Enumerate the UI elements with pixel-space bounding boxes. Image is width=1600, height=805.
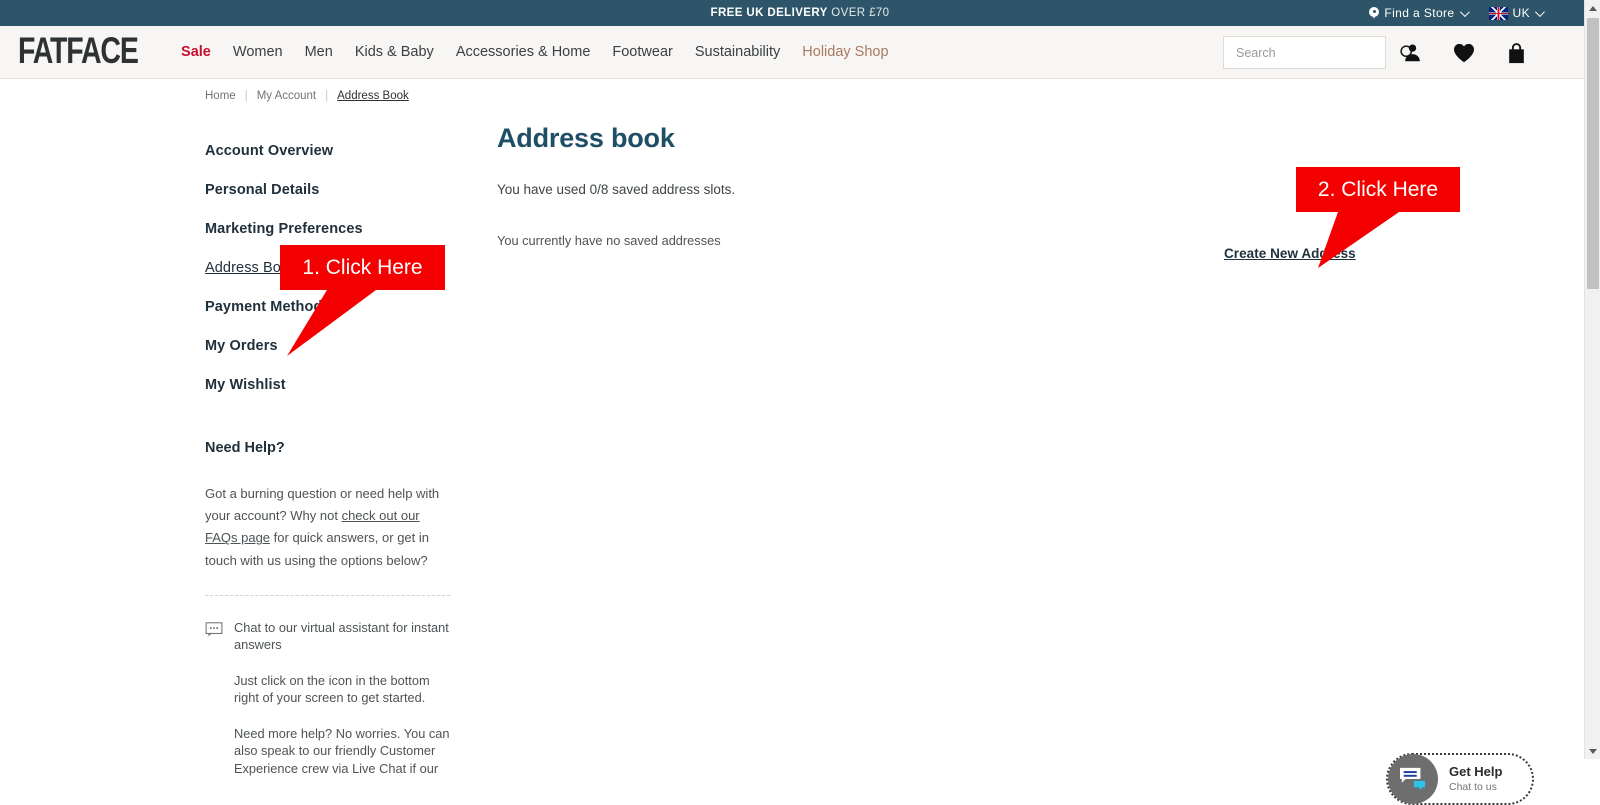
get-help-icon-circle bbox=[1388, 754, 1438, 804]
page-body: Home | My Account | Address Book Account… bbox=[0, 79, 1560, 805]
chat-paragraph: Just click on the icon in the bottom rig… bbox=[234, 672, 430, 706]
need-help-heading: Need Help? bbox=[205, 440, 285, 456]
nav-item-sustainability[interactable]: Sustainability bbox=[684, 44, 791, 60]
triangle-up-icon bbox=[1589, 5, 1597, 11]
chat-paragraph: Chat to our virtual assistant for instan… bbox=[234, 619, 449, 653]
sidebar-item-marketing-preferences[interactable]: Marketing Preferences bbox=[205, 209, 449, 248]
country-selector[interactable]: UK bbox=[1488, 6, 1545, 20]
breadcrumb-item-my-account[interactable]: My Account bbox=[257, 90, 316, 102]
map-pin-icon bbox=[1369, 6, 1380, 20]
callout-1: 1. Click Here bbox=[280, 245, 445, 360]
find-a-store-button[interactable]: Find a Store bbox=[1369, 6, 1470, 20]
breadcrumb-item-home[interactable]: Home bbox=[205, 90, 236, 102]
heart-icon bbox=[1454, 43, 1474, 62]
page-title: Address book bbox=[497, 123, 675, 153]
callout-1-tail bbox=[287, 290, 376, 356]
scroll-down-button[interactable] bbox=[1585, 743, 1600, 759]
nav-item-sale[interactable]: Sale bbox=[170, 44, 222, 60]
nav-item-women[interactable]: Women bbox=[222, 44, 294, 60]
chat-bubble-icon bbox=[205, 622, 223, 637]
fatface-logo[interactable]: FATFACE bbox=[18, 33, 139, 71]
account-sidebar: Account Overview Personal Details Market… bbox=[205, 131, 450, 778]
site-header: FATFACE Sale Women Men Kids & Baby Acces… bbox=[0, 26, 1600, 79]
callout-2-tail bbox=[1318, 212, 1399, 268]
nav-item-kids-baby[interactable]: Kids & Baby bbox=[344, 44, 445, 60]
search-input[interactable] bbox=[1234, 44, 1399, 61]
chat-paragraph: Need more help? No worries. You can also… bbox=[234, 725, 450, 776]
nav-item-accessories-home[interactable]: Accessories & Home bbox=[445, 44, 602, 60]
chat-bubbles-icon bbox=[1400, 767, 1426, 791]
scroll-up-button[interactable] bbox=[1585, 0, 1600, 16]
breadcrumb-separator: | bbox=[325, 90, 329, 102]
nav-item-men[interactable]: Men bbox=[294, 44, 344, 60]
promo-bar-right: Find a Store UK bbox=[1369, 0, 1545, 26]
chevron-down-icon bbox=[1534, 6, 1545, 17]
search-box[interactable] bbox=[1223, 36, 1416, 69]
header-actions bbox=[1223, 26, 1542, 79]
main-content: Address book You have used 0/8 saved add… bbox=[497, 123, 1197, 248]
account-button[interactable] bbox=[1386, 26, 1438, 79]
get-help-text: Get Help Chat to us bbox=[1449, 763, 1503, 794]
callout-2-label: 2. Click Here bbox=[1296, 167, 1460, 212]
callout-1-label: 1. Click Here bbox=[280, 245, 445, 290]
address-slots-status: You have used 0/8 saved address slots. bbox=[497, 182, 736, 197]
callout-2: 2. Click Here bbox=[1296, 167, 1460, 272]
find-a-store-label: Find a Store bbox=[1384, 6, 1455, 20]
sidebar-item-personal-details[interactable]: Personal Details bbox=[205, 170, 449, 209]
sidebar-divider bbox=[205, 594, 450, 596]
need-help-paragraph: Got a burning question or need help with… bbox=[205, 483, 450, 572]
chat-info-text: Chat to our virtual assistant for instan… bbox=[234, 619, 450, 778]
shopping-bag-button[interactable] bbox=[1490, 26, 1542, 79]
scrollbar-thumb[interactable] bbox=[1587, 18, 1599, 289]
sidebar-item-my-wishlist[interactable]: My Wishlist bbox=[205, 365, 449, 404]
promo-message-bold: FREE UK DELIVERY bbox=[710, 7, 828, 19]
empty-addresses-message: You currently have no saved addresses bbox=[497, 233, 721, 248]
nav-item-holiday-shop[interactable]: Holiday Shop bbox=[791, 44, 899, 60]
country-label: UK bbox=[1512, 6, 1530, 20]
get-help-widget[interactable]: Get Help Chat to us bbox=[1386, 753, 1534, 805]
promo-message-rest: OVER £70 bbox=[827, 7, 890, 19]
nav-item-footwear[interactable]: Footwear bbox=[601, 44, 683, 60]
triangle-down-icon bbox=[1589, 748, 1597, 754]
breadcrumb-separator: | bbox=[244, 90, 248, 102]
sidebar-item-account-overview[interactable]: Account Overview bbox=[205, 131, 449, 170]
user-icon bbox=[1404, 44, 1420, 62]
promo-bar: FREE UK DELIVERY OVER £70 Find a Store U… bbox=[0, 0, 1600, 26]
content-top: Home | My Account | Address Book bbox=[0, 79, 1560, 102]
breadcrumb-item-address-book[interactable]: Address Book bbox=[337, 90, 409, 102]
get-help-subtitle: Chat to us bbox=[1449, 781, 1497, 794]
promo-message: FREE UK DELIVERY OVER £70 bbox=[711, 7, 890, 19]
breadcrumb: Home | My Account | Address Book bbox=[205, 90, 1560, 102]
chat-info-block: Chat to our virtual assistant for instan… bbox=[205, 619, 450, 778]
page-scrollbar[interactable] bbox=[1584, 0, 1600, 759]
shopping-bag-icon bbox=[1508, 42, 1524, 63]
main-navigation: Sale Women Men Kids & Baby Accessories &… bbox=[170, 44, 899, 60]
uk-flag-icon bbox=[1488, 6, 1508, 20]
chevron-down-icon bbox=[1459, 6, 1470, 17]
wishlist-button[interactable] bbox=[1438, 26, 1490, 79]
get-help-title: Get Help bbox=[1449, 763, 1503, 779]
